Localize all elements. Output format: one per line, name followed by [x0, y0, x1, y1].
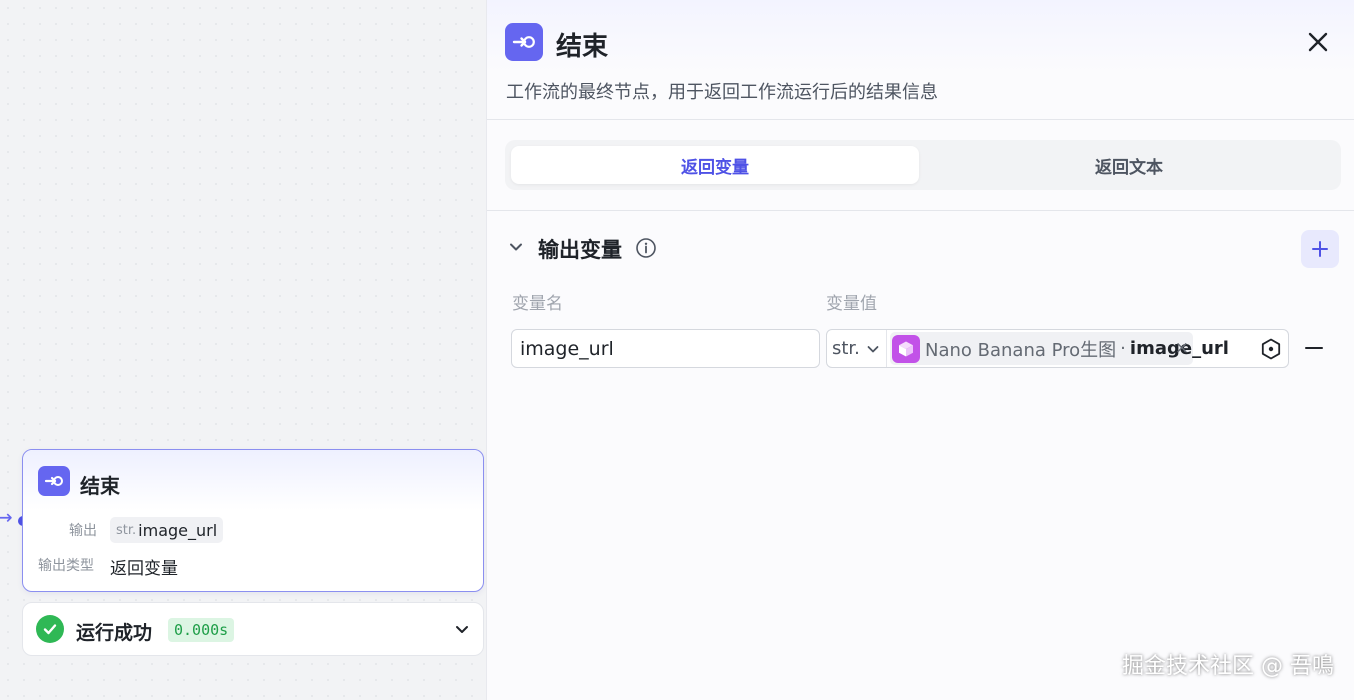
close-icon [1308, 32, 1328, 52]
reference-source-node: Nano Banana Pro生图 [925, 339, 1117, 361]
output-mode-tabs: 返回变量 返回文本 [505, 140, 1341, 190]
chevron-down-icon[interactable] [507, 238, 525, 256]
end-icon [505, 23, 543, 61]
watermark: 掘金技术社区 @ 吾鳴 [1122, 654, 1334, 679]
variable-name-input[interactable] [511, 329, 820, 368]
remove-row-icon[interactable] [1305, 338, 1323, 358]
end-node-card[interactable]: 结束 输出 str. image_url 输出类型 返回变量 [22, 449, 484, 592]
column-header-name: 变量名 [512, 294, 563, 314]
node-settings-panel: 结束 工作流的最终节点，用于返回工作流运行后的结果信息 返回变量 返回文本 输出… [486, 0, 1354, 700]
panel-header: 结束 工作流的最终节点，用于返回工作流运行后的结果信息 [487, 0, 1354, 120]
column-header-value: 变量值 [826, 294, 877, 314]
section-title: 输出变量 [538, 238, 622, 262]
variable-value-field: str. Nano Banana Pro生图 · image_url × [826, 329, 1289, 368]
incoming-edge-arrow: → [0, 505, 13, 529]
close-button[interactable] [1304, 28, 1332, 56]
node-output-chip: str. image_url [110, 517, 224, 543]
divider [487, 210, 1354, 211]
reference-separator: · [1120, 338, 1126, 359]
check-circle-icon [36, 615, 64, 643]
tab-return-text[interactable]: 返回文本 [925, 146, 1333, 184]
type-select-value: str. [832, 338, 860, 359]
plus-icon [1312, 241, 1328, 257]
node-output-label: 输出 [69, 523, 97, 539]
run-duration-badge: 0.000s [168, 618, 235, 642]
remove-reference-icon[interactable]: × [1175, 338, 1189, 358]
run-status-text: 运行成功 [76, 622, 153, 644]
type-select[interactable]: str. [827, 330, 887, 367]
node-type-label: 输出类型 [38, 558, 94, 574]
panel-description: 工作流的最终节点，用于返回工作流运行后的结果信息 [506, 82, 938, 103]
end-icon [38, 466, 70, 496]
add-variable-button[interactable] [1301, 230, 1339, 268]
variable-reference-chip[interactable]: Nano Banana Pro生图 · image_url × [890, 332, 1229, 365]
workflow-canvas[interactable]: → 结束 输出 str. image_url 输出类型 返回变量 运行成功 0.… [0, 0, 486, 700]
panel-title: 结束 [556, 32, 609, 62]
chevron-down-icon[interactable] [453, 620, 471, 638]
run-status-bar[interactable]: 运行成功 0.000s [22, 602, 484, 656]
node-title: 结束 [80, 474, 120, 498]
tab-return-variables[interactable]: 返回变量 [511, 146, 919, 184]
variable-picker-icon[interactable] [1259, 337, 1283, 361]
chevron-down-icon [867, 345, 879, 352]
info-icon[interactable] [635, 237, 657, 259]
node-output-name: image_url [138, 520, 218, 540]
node-output-type: str. [116, 522, 137, 538]
node-type-value: 返回变量 [110, 559, 178, 579]
cube-icon [892, 334, 920, 363]
